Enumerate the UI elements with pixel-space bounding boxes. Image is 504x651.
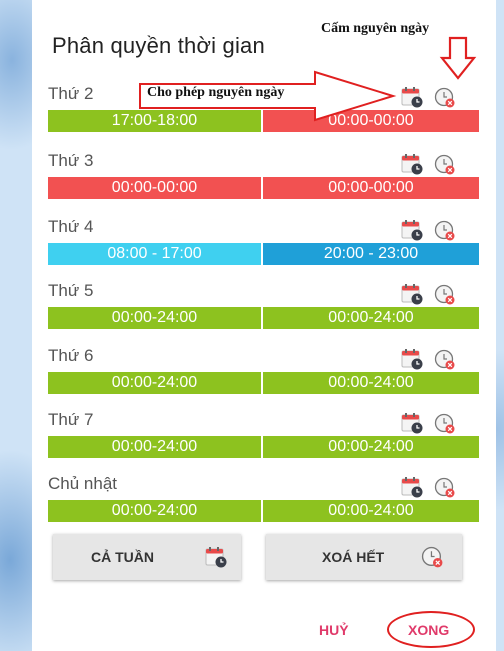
clock-block-icon[interactable]: [434, 87, 456, 109]
time-slot-bars: 17:00-18:00 00:00-00:00: [48, 110, 479, 132]
dialog-title: Phân quyền thời gian: [52, 33, 265, 58]
time-slot-bars: 00:00-24:00 00:00-24:00: [48, 500, 479, 522]
whole-week-label: CẢ TUẦN: [91, 549, 154, 565]
time-slot-end[interactable]: 00:00-24:00: [263, 307, 479, 329]
calendar-clock-icon[interactable]: [401, 476, 423, 498]
time-slot-bars: 08:00 - 17:00 20:00 - 23:00: [48, 243, 479, 265]
time-slot-bars: 00:00-00:00 00:00-00:00: [48, 177, 479, 199]
day-label: Thứ 4: [48, 217, 94, 236]
clock-block-icon[interactable]: [434, 154, 456, 176]
day-label: Thứ 7: [48, 410, 94, 429]
time-slot-bars: 00:00-24:00 00:00-24:00: [48, 372, 479, 394]
day-label: Chủ nhật: [48, 474, 117, 493]
clock-block-icon[interactable]: [434, 413, 456, 435]
time-slot-end[interactable]: 00:00-24:00: [263, 372, 479, 394]
time-slot-end[interactable]: 00:00-24:00: [263, 500, 479, 522]
allow-whole-day-annotation: Cho phép nguyên ngày: [147, 85, 285, 100]
calendar-clock-icon[interactable]: [401, 412, 423, 434]
time-slot-end[interactable]: 00:00-24:00: [263, 436, 479, 458]
whole-week-button[interactable]: CẢ TUẦN: [53, 534, 241, 580]
calendar-clock-icon: [205, 547, 227, 568]
clear-all-label: XOÁ HẾT: [322, 549, 385, 565]
time-slot-start[interactable]: 00:00-24:00: [48, 500, 261, 522]
time-slot-start[interactable]: 00:00-24:00: [48, 436, 261, 458]
time-slot-start[interactable]: 00:00-24:00: [48, 307, 261, 329]
calendar-clock-icon[interactable]: [401, 219, 423, 241]
calendar-clock-icon[interactable]: [401, 283, 423, 305]
calendar-clock-icon[interactable]: [401, 153, 423, 175]
time-slot-bars: 00:00-24:00 00:00-24:00: [48, 436, 479, 458]
day-label: Thứ 2: [48, 84, 94, 103]
time-slot-end[interactable]: 20:00 - 23:00: [263, 243, 479, 265]
time-slot-bars: 00:00-24:00 00:00-24:00: [48, 307, 479, 329]
clock-block-icon[interactable]: [434, 284, 456, 306]
clock-block-icon[interactable]: [434, 220, 456, 242]
clock-block-icon[interactable]: [434, 477, 456, 499]
day-label: Thứ 3: [48, 151, 94, 170]
clock-block-icon: [421, 546, 443, 568]
block-whole-day-annotation: Cấm nguyên ngày: [321, 21, 430, 36]
day-label: Thứ 5: [48, 281, 94, 300]
time-slot-start[interactable]: 00:00-24:00: [48, 372, 261, 394]
time-slot-end[interactable]: 00:00-00:00: [263, 177, 479, 199]
calendar-clock-icon[interactable]: [401, 86, 423, 108]
clock-block-icon[interactable]: [434, 349, 456, 371]
time-slot-start[interactable]: 00:00-00:00: [48, 177, 261, 199]
time-slot-start[interactable]: 17:00-18:00: [48, 110, 261, 132]
clear-all-button[interactable]: XOÁ HẾT: [266, 534, 462, 580]
time-slot-start[interactable]: 08:00 - 17:00: [48, 243, 261, 265]
cancel-button[interactable]: HUỶ: [319, 622, 349, 638]
done-highlight-ring: [387, 611, 475, 648]
time-slot-end[interactable]: 00:00-00:00: [263, 110, 479, 132]
calendar-clock-icon[interactable]: [401, 348, 423, 370]
day-label: Thứ 6: [48, 346, 94, 365]
